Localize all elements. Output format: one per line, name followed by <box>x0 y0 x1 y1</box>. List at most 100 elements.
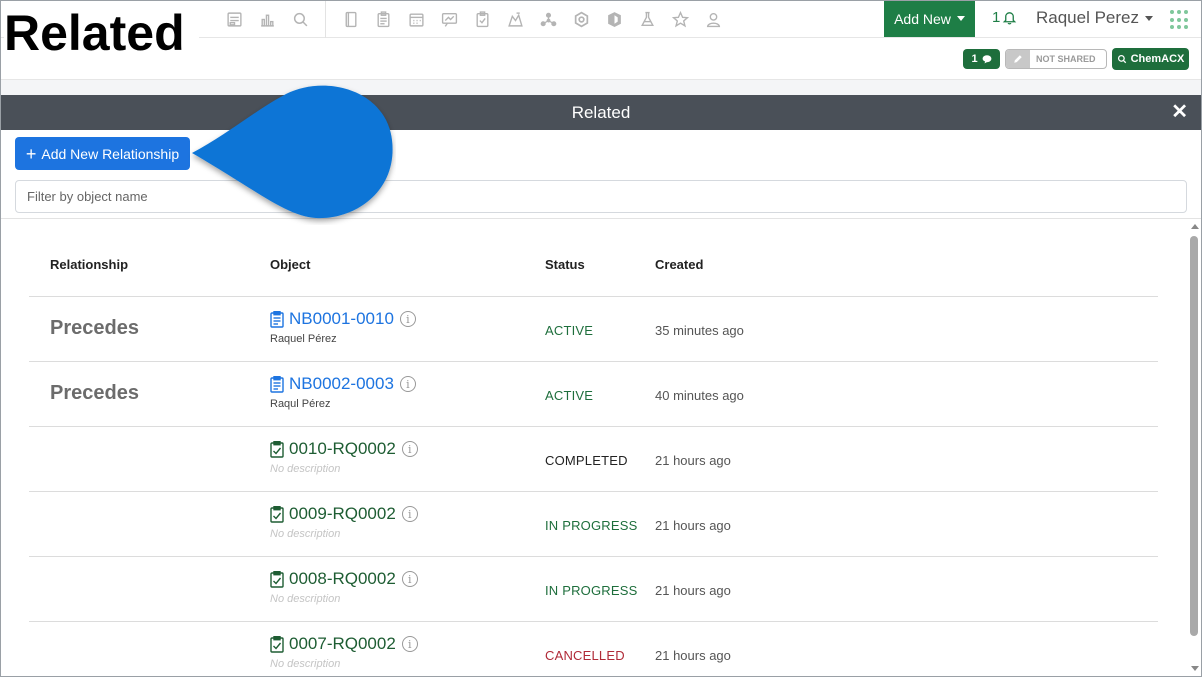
info-icon[interactable]: i <box>401 571 418 587</box>
notebook-icon[interactable] <box>334 0 367 38</box>
request-clipboard-icon <box>270 440 284 458</box>
scroll-down-icon[interactable] <box>1191 666 1199 671</box>
section-divider <box>0 218 1202 219</box>
object-description: No description <box>270 528 341 540</box>
comments-badge[interactable]: 1 <box>963 49 1000 69</box>
info-icon[interactable]: i <box>401 441 418 457</box>
user-name: Raquel Perez <box>1036 8 1140 27</box>
apps-grid-icon[interactable] <box>1170 10 1190 30</box>
notebook-page-icon <box>270 375 284 393</box>
close-icon[interactable]: ✕ <box>1171 101 1188 123</box>
search-icon[interactable] <box>284 0 317 38</box>
form-icon[interactable] <box>218 0 251 38</box>
table-row: 0009-RQ0002 i No description IN PROGRESS… <box>29 492 1158 557</box>
notification-count: 1 <box>992 9 1001 26</box>
table-row: 0008-RQ0002 i No description IN PROGRESS… <box>29 557 1158 622</box>
status-badge: IN PROGRESS <box>545 518 638 533</box>
comment-count: 1 <box>971 53 978 65</box>
relationship-type: Precedes <box>50 317 139 339</box>
toolbar-separator <box>325 0 326 38</box>
status-badge: COMPLETED <box>545 453 628 468</box>
info-icon[interactable]: i <box>399 311 416 327</box>
add-new-relationship-button[interactable]: + Add New Relationship <box>15 137 190 170</box>
info-icon[interactable]: i <box>399 376 416 392</box>
vertical-scrollbar[interactable] <box>1187 219 1202 677</box>
object-link[interactable]: NB0002-0003 <box>289 374 394 394</box>
comment-icon <box>982 55 991 64</box>
calendar-icon[interactable] <box>400 0 433 38</box>
request-clipboard-icon <box>270 635 284 653</box>
table-header-row: Relationship Object Status Created <box>29 232 1158 297</box>
object-link[interactable]: 0007-RQ0002 <box>289 634 396 654</box>
chevron-down-icon <box>1145 15 1154 21</box>
request-clipboard-icon <box>270 570 284 588</box>
relationships-table: Relationship Object Status Created Prece… <box>29 232 1158 687</box>
object-description: No description <box>270 658 341 670</box>
status-badge: IN PROGRESS <box>545 583 638 598</box>
chevron-down-icon <box>956 16 965 21</box>
chart-icon[interactable] <box>251 0 284 38</box>
object-owner: Raqul Pérez <box>270 398 331 410</box>
modal-title: Related <box>571 102 631 122</box>
add-relationship-label: Add New Relationship <box>41 145 180 162</box>
hexagon-icon[interactable] <box>565 0 598 38</box>
object-link[interactable]: NB0001-0010 <box>289 309 394 329</box>
search-icon <box>1117 54 1126 64</box>
created-time: 40 minutes ago <box>655 388 744 403</box>
column-header-status[interactable]: Status <box>545 257 585 272</box>
info-icon[interactable]: i <box>401 636 418 652</box>
share-status-badge[interactable]: NOT SHARED <box>1005 49 1107 69</box>
table-row: Precedes NB0001-0010 i Raquel Pérez ACTI… <box>29 297 1158 362</box>
request-clipboard-icon <box>270 505 284 523</box>
column-header-object[interactable]: Object <box>270 257 310 272</box>
user-menu[interactable]: Raquel Perez <box>1036 8 1154 28</box>
status-badge: ACTIVE <box>545 388 594 403</box>
created-time: 21 hours ago <box>655 518 731 533</box>
users-icon[interactable] <box>697 0 730 38</box>
column-header-created[interactable]: Created <box>655 257 703 272</box>
scroll-up-icon[interactable] <box>1191 224 1199 229</box>
callout-pointer-icon <box>192 85 393 219</box>
molecule-icon[interactable] <box>532 0 565 38</box>
bell-icon <box>1003 12 1017 25</box>
clipboard-icon[interactable] <box>367 0 400 38</box>
object-cell: 0008-RQ0002 i No description <box>270 569 418 605</box>
table-row: 0007-RQ0002 i No description CANCELLED 2… <box>29 622 1158 687</box>
pencil-icon <box>1006 50 1030 68</box>
page-heading: Related <box>4 4 199 62</box>
status-badge: ACTIVE <box>545 323 594 338</box>
page-background-strip <box>0 80 1202 95</box>
info-icon[interactable]: i <box>401 506 418 522</box>
sample-icon[interactable] <box>598 0 631 38</box>
object-cell: 0010-RQ0002 i No description <box>270 439 418 475</box>
object-link[interactable]: 0010-RQ0002 <box>289 439 396 459</box>
object-owner: Raquel Pérez <box>270 333 337 345</box>
plus-icon: + <box>25 143 37 164</box>
table-row: Precedes NB0002-0003 i Raqul Pérez ACTIV… <box>29 362 1158 427</box>
object-link[interactable]: 0009-RQ0002 <box>289 504 396 524</box>
chemacx-button[interactable]: ChemACX <box>1112 48 1189 70</box>
status-badge: CANCELLED <box>545 648 625 663</box>
object-link[interactable]: 0008-RQ0002 <box>289 569 396 589</box>
notebook-page-icon <box>270 310 284 328</box>
presentation-icon[interactable] <box>433 0 466 38</box>
app-toolbar <box>218 0 730 38</box>
chemacx-label: ChemACX <box>1130 53 1185 65</box>
flask-icon[interactable] <box>631 0 664 38</box>
object-cell: 0009-RQ0002 i No description <box>270 504 418 540</box>
object-cell: NB0001-0010 i Raquel Pérez <box>270 309 416 345</box>
object-cell: NB0002-0003 i Raqul Pérez <box>270 374 416 410</box>
created-time: 21 hours ago <box>655 453 731 468</box>
notifications-button[interactable]: 1 <box>992 9 1017 26</box>
modal-header: Related ✕ <box>0 95 1202 130</box>
lab-icon[interactable] <box>499 0 532 38</box>
add-new-label: Add New <box>894 10 951 27</box>
star-icon[interactable] <box>664 0 697 38</box>
scrollbar-thumb[interactable] <box>1190 236 1198 636</box>
request-icon[interactable] <box>466 0 499 38</box>
add-new-button[interactable]: Add New <box>884 0 975 37</box>
object-cell: 0007-RQ0002 i No description <box>270 634 418 670</box>
created-time: 35 minutes ago <box>655 323 744 338</box>
column-header-relationship[interactable]: Relationship <box>50 257 128 272</box>
table-row: 0010-RQ0002 i No description COMPLETED 2… <box>29 427 1158 492</box>
